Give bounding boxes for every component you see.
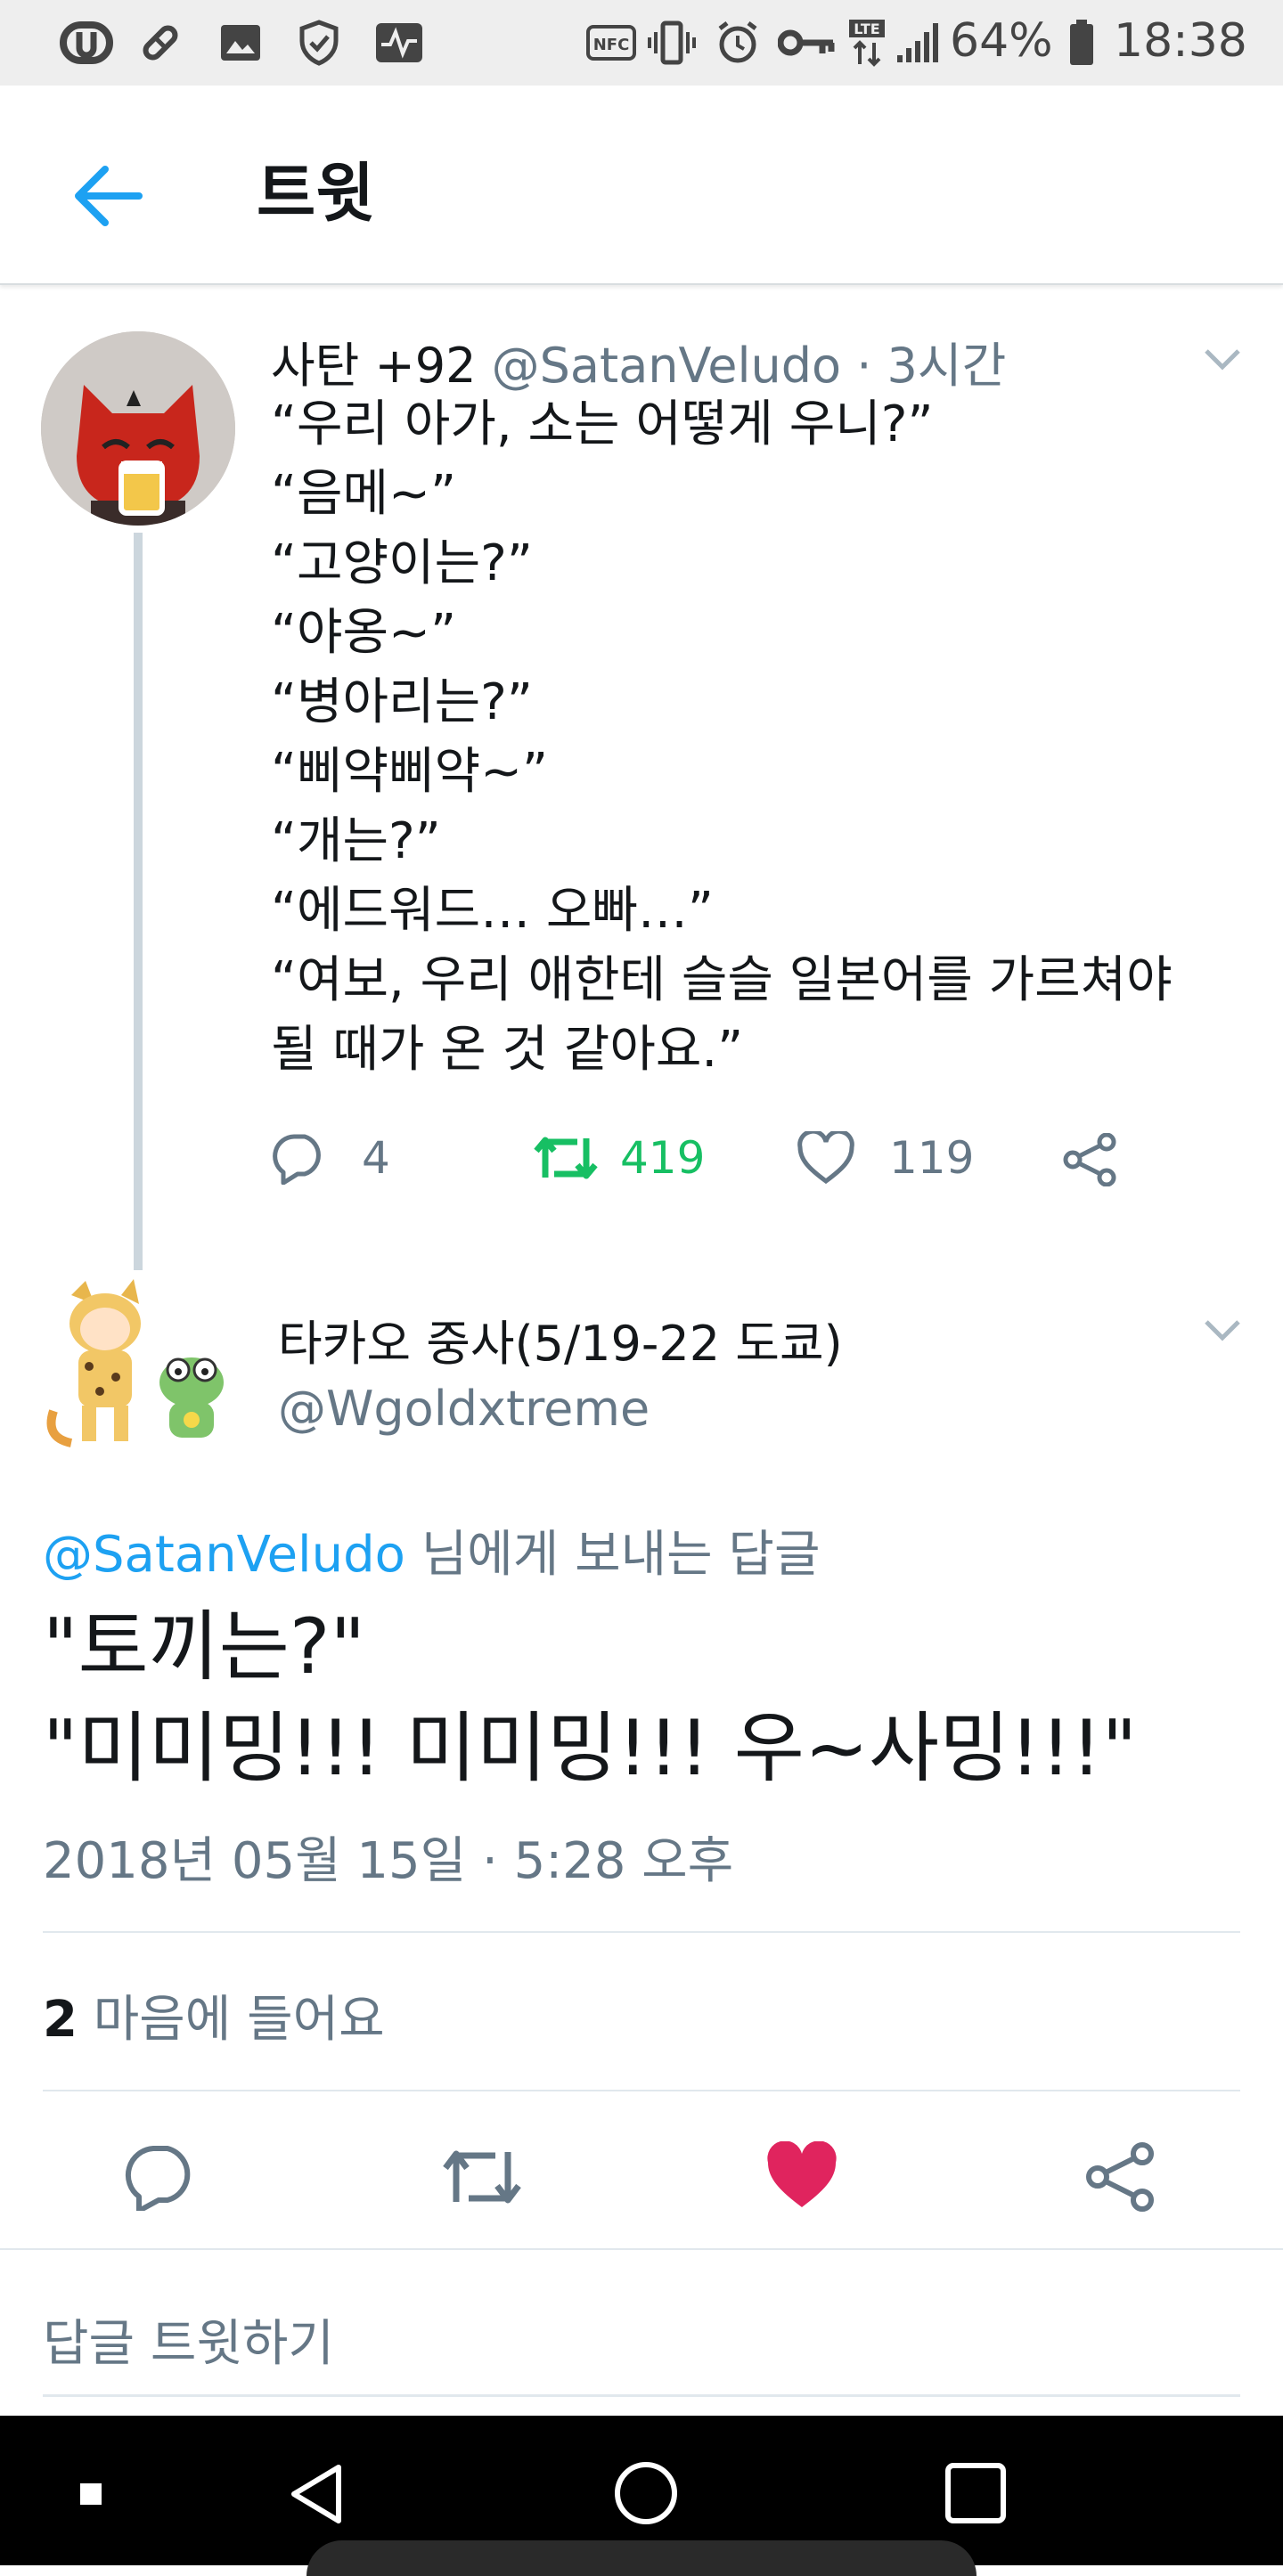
tweet1-reply-count: 4 — [362, 1132, 390, 1184]
divider — [43, 2090, 1240, 2091]
chevron-down-icon — [1205, 1320, 1240, 1341]
tweet1-menu-button[interactable] — [1203, 347, 1242, 374]
tweet1-handle[interactable]: @SatanVeludo — [492, 338, 841, 394]
nav-home-button[interactable] — [613, 2460, 679, 2530]
svg-text:LTE: LTE — [854, 20, 879, 37]
key-icon — [775, 20, 839, 66]
reply-icon — [125, 2146, 191, 2213]
reply-to-handle[interactable]: @SatanVeludo — [43, 1526, 405, 1584]
navigation-bar — [0, 2416, 1283, 2576]
retweet-icon — [443, 2150, 521, 2204]
alarm-icon — [711, 20, 764, 66]
battery-percent: 64% — [950, 14, 1053, 68]
back-button[interactable] — [69, 159, 144, 233]
gesture-handle — [306, 2540, 977, 2576]
tweet2-reply-button[interactable] — [123, 2143, 198, 2214]
tweet1-name[interactable]: 사탄 +92 — [271, 338, 476, 394]
devil-cat-avatar-icon — [41, 331, 235, 526]
nav-back-button[interactable] — [287, 2462, 346, 2530]
heart-filled-icon — [767, 2140, 837, 2207]
tweet1-share-button[interactable] — [1062, 1133, 1151, 1186]
thread-line — [134, 533, 143, 1270]
tweet1-like-button[interactable]: 119 — [797, 1131, 974, 1185]
share-icon — [1086, 2142, 1154, 2212]
tweet2-name[interactable]: 타카오 중사(5/19-22 도쿄) — [278, 1304, 843, 1374]
tweet2-handle[interactable]: @Wgoldxtreme — [278, 1381, 650, 1437]
svg-text:NFC: NFC — [593, 36, 630, 54]
triangle-back-icon — [291, 2465, 341, 2523]
share-icon — [1063, 1133, 1116, 1186]
reply-icon — [273, 1134, 321, 1185]
tweet1-time: · 3시간 — [856, 338, 1007, 394]
pill-icon — [134, 20, 187, 66]
divider — [0, 2248, 1283, 2250]
clock: 18:38 — [1114, 14, 1247, 68]
activity-icon — [371, 20, 428, 66]
tweet1-like-count: 119 — [889, 1132, 975, 1184]
signal-icon — [895, 20, 944, 66]
circle-home-icon — [615, 2462, 677, 2524]
tweet1-retweet-button[interactable]: 419 — [533, 1131, 705, 1185]
vibrate-icon — [645, 20, 699, 66]
app-bar — [0, 86, 1283, 285]
recents-dot-icon[interactable] — [80, 2483, 102, 2505]
nfc-icon: NFC — [584, 20, 638, 66]
image-icon — [214, 20, 267, 66]
divider — [43, 1931, 1240, 1933]
tweet2-like-button[interactable] — [764, 2140, 839, 2214]
tweet2-menu-button[interactable] — [1203, 1318, 1242, 1345]
tweet1-reply-button[interactable]: 4 — [271, 1131, 390, 1185]
heart-outline-icon — [797, 1131, 854, 1185]
avatar[interactable] — [36, 1277, 241, 1455]
tweet1-retweet-count: 419 — [620, 1132, 706, 1184]
arrow-left-icon — [75, 166, 143, 226]
shield-check-icon — [292, 20, 346, 66]
anime-characters-avatar-icon — [36, 1277, 241, 1455]
likes-label: 마음에 들어요 — [77, 1991, 385, 2049]
retweet-icon — [534, 1137, 598, 1179]
tweet2-timestamp: 2018년 05월 15일 · 5:28 오후 — [43, 1832, 734, 1890]
likes-count: 2 — [43, 1991, 78, 2049]
reply-to-line: @SatanVeludo 님에게 보내는 답글 — [43, 1514, 820, 1586]
reply-compose-input[interactable]: 답글 트윗하기 — [43, 2303, 334, 2376]
tweet2-retweet-button[interactable] — [440, 2143, 524, 2214]
status-bar: NFC LTE 64% 18:38 — [0, 0, 1283, 86]
tweet2-share-button[interactable] — [1085, 2141, 1156, 2216]
likes-summary[interactable]: 2 마음에 들어요 — [43, 1979, 385, 2051]
page-title: 트윗 — [257, 156, 375, 231]
compose-underline — [43, 2394, 1240, 2397]
lte-icon: LTE — [845, 20, 889, 67]
reply-to-label: 님에게 보내는 답글 — [405, 1526, 821, 1584]
nav-recents-button[interactable] — [944, 2462, 1007, 2528]
avatar[interactable] — [41, 331, 235, 526]
tweet1-text: “우리 아가, 소는 어떻게 우니?” “음메~” “고양이는?” “야옹~” … — [271, 395, 1173, 1079]
tweet1-header: 사탄 +92 @SatanVeludo · 3시간 — [271, 326, 1006, 396]
chevron-down-icon — [1205, 349, 1240, 371]
square-recents-icon — [945, 2463, 1006, 2523]
tweet2-text: "토끼는?" "미미밍!!! 미미밍!!! 우~사밍!!!" — [43, 1602, 1138, 1793]
battery-icon — [1066, 20, 1098, 66]
app-u-icon — [55, 20, 118, 66]
